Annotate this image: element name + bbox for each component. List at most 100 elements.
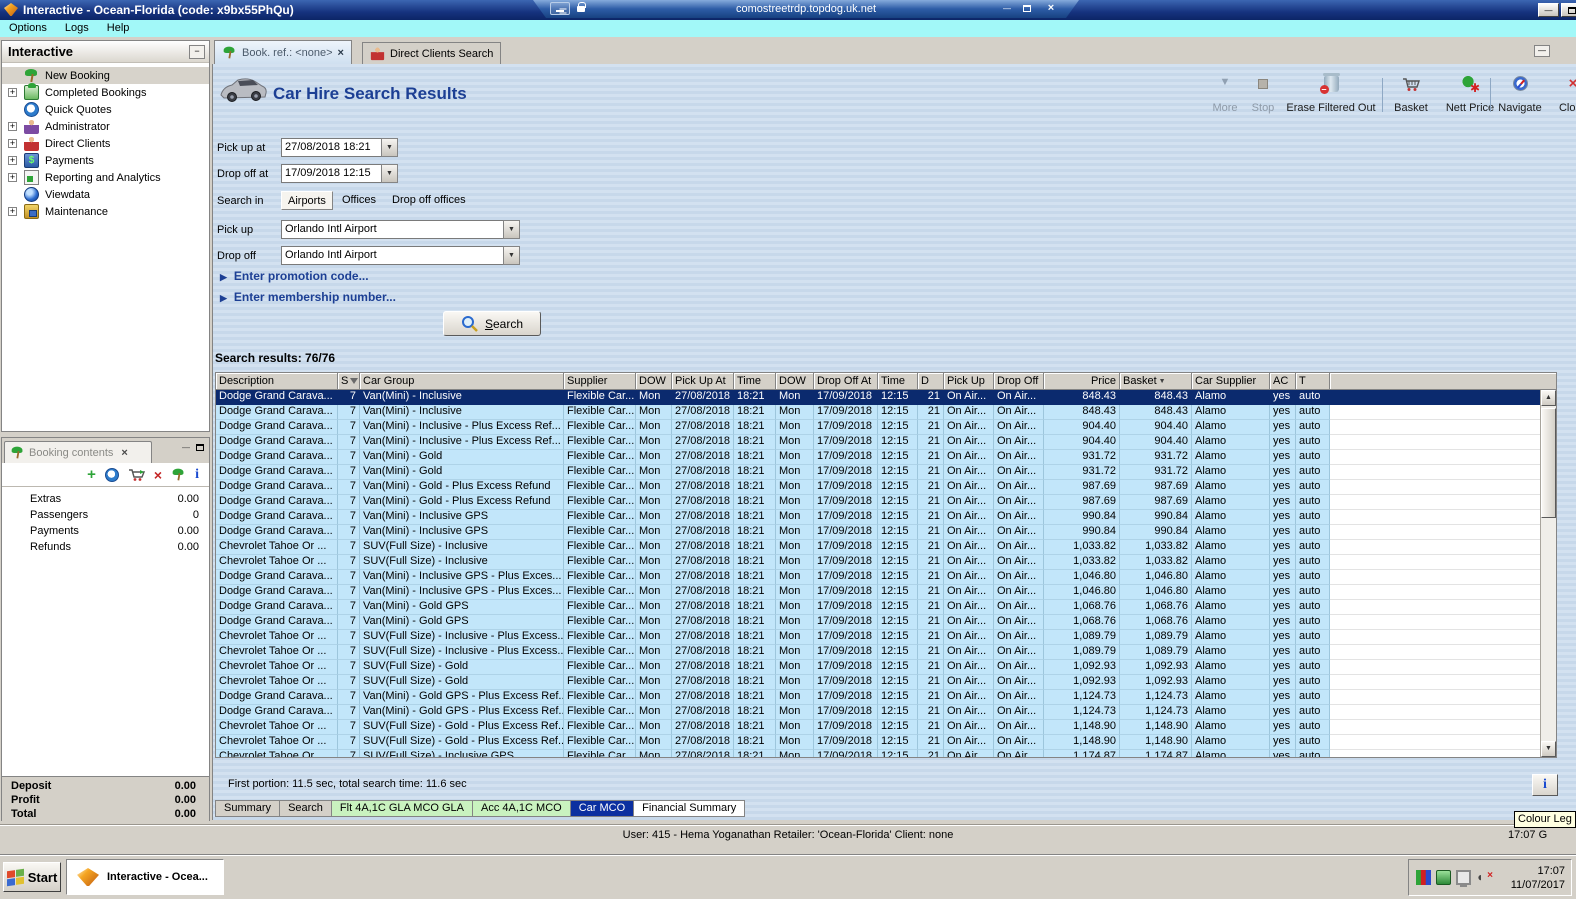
table-row[interactable]: Dodge Grand Carava... 7 Van(Mini) - Inclus… xyxy=(216,405,1540,420)
cell-s[interactable]: 7 xyxy=(338,660,360,675)
cell-basket[interactable]: 990.84 xyxy=(1120,510,1192,525)
vertical-scrollbar[interactable]: ▲ ▼ xyxy=(1540,390,1556,757)
cell-car-supplier[interactable]: Alamo xyxy=(1192,600,1270,615)
cell-supplier[interactable]: Flexible Car... xyxy=(564,570,636,585)
cell-pick-up-at[interactable]: 27/08/2018 xyxy=(672,390,734,405)
cell-supplier[interactable]: Flexible Car... xyxy=(564,555,636,570)
cell-pick-up[interactable]: On Air... xyxy=(944,555,994,570)
cell-dow-dropoff[interactable]: Mon xyxy=(776,660,814,675)
table-row[interactable]: Dodge Grand Carava... 7 Van(Mini) - Gold -… xyxy=(216,480,1540,495)
cell-pick-up-at[interactable]: 27/08/2018 xyxy=(672,600,734,615)
cell-car-supplier[interactable]: Alamo xyxy=(1192,465,1270,480)
cell-pick-up-at[interactable]: 27/08/2018 xyxy=(672,585,734,600)
cell-basket[interactable]: 1,092.93 xyxy=(1120,660,1192,675)
table-row[interactable]: Chevrolet Tahoe Or ... 7 SUV(Full Size) - … xyxy=(216,555,1540,570)
cell-pick-up-time[interactable]: 18:21 xyxy=(734,615,776,630)
cell-transmission[interactable]: auto xyxy=(1296,615,1330,630)
cell-pick-up-at[interactable]: 27/08/2018 xyxy=(672,465,734,480)
expand-icon[interactable]: + xyxy=(8,156,17,165)
cell-description[interactable]: Dodge Grand Carava... xyxy=(216,435,338,450)
cell-pick-up-time[interactable]: 18:21 xyxy=(734,720,776,735)
cell-dow-pickup[interactable]: Mon xyxy=(636,660,672,675)
cell-ac[interactable]: yes xyxy=(1270,495,1296,510)
cell-dow-dropoff[interactable]: Mon xyxy=(776,645,814,660)
cell-dow-pickup[interactable]: Mon xyxy=(636,570,672,585)
cell-car-supplier[interactable]: Alamo xyxy=(1192,480,1270,495)
cell-dow-dropoff[interactable]: Mon xyxy=(776,540,814,555)
cell-car-supplier[interactable]: Alamo xyxy=(1192,510,1270,525)
cell-days[interactable]: 21 xyxy=(918,420,944,435)
cell-basket[interactable]: 1,033.82 xyxy=(1120,555,1192,570)
start-button[interactable]: Start xyxy=(3,862,61,892)
cell-pick-up-time[interactable]: 18:21 xyxy=(734,480,776,495)
cell-basket[interactable]: 1,092.93 xyxy=(1120,675,1192,690)
info-button[interactable]: i xyxy=(1532,774,1558,796)
column-header-pick-up[interactable]: Pick Up xyxy=(944,373,994,390)
cell-transmission[interactable]: auto xyxy=(1296,600,1330,615)
interactive-panel-collapse-button[interactable]: − xyxy=(189,45,205,59)
tab-book-ref[interactable]: Book. ref.: <none> × xyxy=(214,40,352,64)
main-panel-collapse-button[interactable]: — xyxy=(1534,45,1550,57)
cell-days[interactable]: 21 xyxy=(918,690,944,705)
cell-pick-up-at[interactable]: 27/08/2018 xyxy=(672,735,734,750)
cell-pick-up-time[interactable]: 18:21 xyxy=(734,465,776,480)
cell-car-supplier[interactable]: Alamo xyxy=(1192,675,1270,690)
cell-s[interactable]: 7 xyxy=(338,600,360,615)
cell-ac[interactable]: yes xyxy=(1270,540,1296,555)
cell-supplier[interactable]: Flexible Car... xyxy=(564,450,636,465)
cell-price[interactable]: 1,124.73 xyxy=(1044,690,1120,705)
cell-pick-up-at[interactable]: 27/08/2018 xyxy=(672,570,734,585)
cell-drop-off-time[interactable]: 12:15 xyxy=(878,495,918,510)
cell-drop-off-at[interactable]: 17/09/2018 xyxy=(814,495,878,510)
cell-basket[interactable]: 1,068.76 xyxy=(1120,615,1192,630)
pickup-at-field[interactable]: 27/08/2018 18:21 xyxy=(281,138,382,157)
cell-drop-off-time[interactable]: 12:15 xyxy=(878,660,918,675)
cell-drop-off-time[interactable]: 12:15 xyxy=(878,615,918,630)
cell-dow-dropoff[interactable]: Mon xyxy=(776,585,814,600)
cell-supplier[interactable]: Flexible Car... xyxy=(564,705,636,720)
cell-days[interactable]: 21 xyxy=(918,390,944,405)
pickup-combo[interactable]: Orlando Intl Airport xyxy=(281,220,504,239)
cell-description[interactable]: Dodge Grand Carava... xyxy=(216,690,338,705)
cell-drop-off[interactable]: On Air... xyxy=(994,690,1044,705)
cell-pick-up-at[interactable]: 27/08/2018 xyxy=(672,750,734,757)
bottom-tab-summary[interactable]: Summary xyxy=(215,800,281,817)
cell-car-group[interactable]: Van(Mini) - Gold - Plus Excess Refund xyxy=(360,480,564,495)
cell-car-supplier[interactable]: Alamo xyxy=(1192,750,1270,757)
cell-basket[interactable]: 987.69 xyxy=(1120,495,1192,510)
cell-transmission[interactable]: auto xyxy=(1296,690,1330,705)
cell-drop-off[interactable]: On Air... xyxy=(994,675,1044,690)
cell-days[interactable]: 21 xyxy=(918,720,944,735)
cell-description[interactable]: Dodge Grand Carava... xyxy=(216,525,338,540)
dropoff-combo-dropdown-button[interactable]: ▼ xyxy=(503,246,520,265)
booking-minimize-icon[interactable] xyxy=(182,441,190,453)
cell-ac[interactable]: yes xyxy=(1270,420,1296,435)
cell-s[interactable]: 7 xyxy=(338,585,360,600)
expand-icon[interactable]: + xyxy=(8,139,17,148)
cell-car-supplier[interactable]: Alamo xyxy=(1192,405,1270,420)
cell-drop-off-time[interactable]: 12:15 xyxy=(878,555,918,570)
cell-car-group[interactable]: Van(Mini) - Gold xyxy=(360,465,564,480)
cell-supplier[interactable]: Flexible Car... xyxy=(564,465,636,480)
dropoff-combo[interactable]: Orlando Intl Airport xyxy=(281,246,504,265)
cell-drop-off-at[interactable]: 17/09/2018 xyxy=(814,705,878,720)
cell-drop-off[interactable]: On Air... xyxy=(994,480,1044,495)
cell-drop-off-time[interactable]: 12:15 xyxy=(878,405,918,420)
cell-pick-up[interactable]: On Air... xyxy=(944,420,994,435)
search-in-tab-airports[interactable]: Airports xyxy=(281,191,333,210)
bottom-tab-car-mco[interactable]: Car MCO xyxy=(570,800,635,817)
cell-car-supplier[interactable]: Alamo xyxy=(1192,420,1270,435)
cell-dow-dropoff[interactable]: Mon xyxy=(776,750,814,757)
table-row[interactable]: Chevrolet Tahoe Or ... 7 SUV(Full Size) - … xyxy=(216,645,1540,660)
search-in-tab-dropoff-offices[interactable]: Drop off offices xyxy=(390,191,468,210)
cell-drop-off-at[interactable]: 17/09/2018 xyxy=(814,420,878,435)
network-tray-icon[interactable] xyxy=(1436,870,1451,885)
cell-pick-up-at[interactable]: 27/08/2018 xyxy=(672,480,734,495)
cell-drop-off-time[interactable]: 12:15 xyxy=(878,585,918,600)
cell-drop-off[interactable]: On Air... xyxy=(994,525,1044,540)
cell-pick-up[interactable]: On Air... xyxy=(944,450,994,465)
rdp-close-button[interactable] xyxy=(1043,2,1059,15)
cell-transmission[interactable]: auto xyxy=(1296,705,1330,720)
cell-price[interactable]: 1,092.93 xyxy=(1044,675,1120,690)
cell-dow-pickup[interactable]: Mon xyxy=(636,615,672,630)
